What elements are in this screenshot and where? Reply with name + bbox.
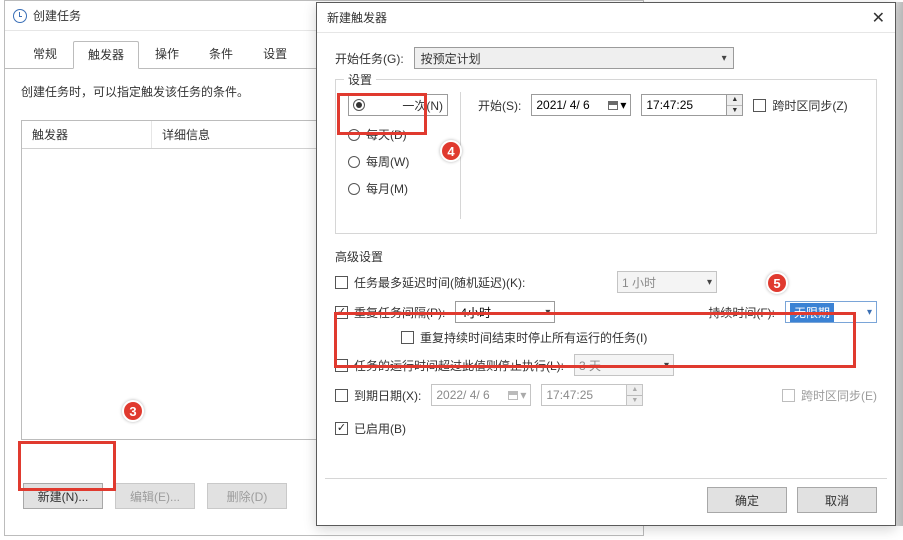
expire-time-input: 17:47:25 [541, 384, 627, 406]
tab-general[interactable]: 常规 [19, 41, 71, 68]
duration-select[interactable]: 无限期 ▾ [785, 301, 877, 323]
expire-time-value: 17:47:25 [546, 388, 593, 402]
spin-down-icon: ▼ [627, 396, 642, 406]
new-button[interactable]: 新建(N)... [23, 483, 103, 509]
stop-if-value: 3 天 [579, 357, 601, 374]
radio-monthly-label: 每月(M) [366, 180, 408, 197]
radio-weekly[interactable]: 每周(W) [348, 153, 448, 170]
delay-select: 1 小时 ▾ [617, 271, 717, 293]
tab-actions[interactable]: 操作 [141, 41, 193, 68]
chevron-down-icon: ▾ [545, 307, 550, 318]
tab-settings[interactable]: 设置 [249, 41, 301, 68]
divider [325, 478, 887, 479]
expire-tz-label: 跨时区同步(E) [801, 387, 877, 404]
radio-daily[interactable]: 每天(D) [348, 126, 448, 143]
settings-fieldset: 设置 一次(N) 每天(D) 每周(W) 每月(M) 开始(S): 2021/ … [335, 79, 877, 234]
cross-tz-checkbox[interactable]: 跨时区同步(Z) [753, 97, 847, 114]
repeat-value: 4小时 [460, 304, 491, 321]
stop-if-long-checkbox[interactable]: 任务的运行时间超过此值则停止执行(L): [335, 357, 564, 374]
front-titlebar: 新建触发器 ✕ [317, 3, 895, 33]
tab-triggers[interactable]: 触发器 [73, 41, 139, 69]
duration-value: 无限期 [790, 303, 834, 322]
expire-checkbox[interactable]: 到期日期(X): [335, 387, 421, 404]
calendar-icon [508, 391, 518, 400]
time-spinner[interactable]: ▲▼ [727, 94, 743, 116]
cross-tz-label: 跨时区同步(Z) [772, 97, 847, 114]
front-title: 新建触发器 [327, 9, 387, 26]
close-icon[interactable]: ✕ [849, 8, 885, 28]
tab-conditions[interactable]: 条件 [195, 41, 247, 68]
chevron-down-icon: ▾ [867, 307, 872, 318]
spin-up-icon: ▲ [627, 385, 642, 396]
clock-icon [13, 9, 27, 23]
begin-task-label: 开始任务(G): [335, 50, 404, 67]
col-trigger[interactable]: 触发器 [22, 121, 152, 148]
radio-once-label: 一次(N) [402, 97, 443, 114]
spin-down-icon[interactable]: ▼ [727, 106, 742, 116]
repeat-label: 重复任务间隔(P): [354, 304, 445, 321]
expire-date-input: 2022/ 4/ 6 ▾ [431, 384, 531, 406]
chevron-down-icon: ▾ [707, 277, 712, 288]
radio-daily-label: 每天(D) [366, 126, 407, 143]
delete-button: 删除(D) [207, 483, 287, 509]
stop-if-select: 3 天 ▾ [574, 354, 674, 376]
cancel-button[interactable]: 取消 [797, 487, 877, 513]
radio-weekly-label: 每周(W) [366, 153, 409, 170]
start-date-value: 2021/ 4/ 6 [536, 98, 589, 112]
divider [460, 92, 461, 219]
repeat-checkbox[interactable]: ✓重复任务间隔(P): [335, 304, 445, 321]
expire-date-value: 2022/ 4/ 6 [436, 388, 489, 402]
start-label: 开始(S): [478, 97, 521, 114]
settings-legend: 设置 [344, 71, 376, 88]
expire-label: 到期日期(X): [354, 387, 421, 404]
spin-up-icon[interactable]: ▲ [727, 95, 742, 106]
enabled-label: 已启用(B) [354, 420, 406, 437]
ok-button[interactable]: 确定 [707, 487, 787, 513]
repeat-interval-select[interactable]: 4小时 ▾ [455, 301, 555, 323]
begin-task-combo[interactable]: 按预定计划 ▾ [414, 47, 734, 69]
chevron-down-icon: ▾ [620, 98, 626, 112]
frequency-group: 一次(N) 每天(D) 每周(W) 每月(M) [348, 88, 448, 223]
new-trigger-window: 新建触发器 ✕ 开始任务(G): 按预定计划 ▾ 设置 一次(N) 每天(D) … [316, 2, 896, 526]
background-edge [895, 2, 903, 526]
stop-after-dur-label: 重复持续时间结束时停止所有运行的任务(I) [420, 329, 647, 346]
window-title: 创建任务 [33, 7, 81, 24]
start-time-value: 17:47:25 [646, 98, 693, 112]
radio-once[interactable]: 一次(N) [348, 94, 448, 116]
radio-monthly[interactable]: 每月(M) [348, 180, 448, 197]
expire-tz-checkbox: 跨时区同步(E) [782, 387, 877, 404]
front-body: 开始任务(G): 按预定计划 ▾ 设置 一次(N) 每天(D) 每周(W) 每月… [317, 33, 895, 525]
calendar-icon [608, 101, 618, 110]
delay-label: 任务最多延迟时间(随机延迟)(K): [354, 274, 525, 291]
advanced-title: 高级设置 [335, 248, 877, 265]
delay-checkbox[interactable]: 任务最多延迟时间(随机延迟)(K): [335, 274, 525, 291]
start-time-input[interactable]: 17:47:25 [641, 94, 727, 116]
enabled-checkbox[interactable]: ✓已启用(B) [335, 420, 406, 437]
stop-if-label: 任务的运行时间超过此值则停止执行(L): [354, 357, 564, 374]
expire-time-spinner: ▲▼ [627, 384, 643, 406]
chevron-down-icon: ▾ [520, 388, 526, 402]
button-row: 新建(N)... 编辑(E)... 删除(D) [23, 483, 287, 509]
duration-label: 持续时间(F): [708, 304, 775, 321]
edit-button: 编辑(E)... [115, 483, 195, 509]
chevron-down-icon: ▾ [664, 360, 669, 371]
stop-after-duration-checkbox[interactable]: 重复持续时间结束时停止所有运行的任务(I) [401, 329, 647, 346]
delay-value: 1 小时 [622, 274, 656, 291]
begin-task-value: 按预定计划 [421, 50, 481, 67]
start-date-input[interactable]: 2021/ 4/ 6 ▾ [531, 94, 631, 116]
chevron-down-icon: ▾ [722, 53, 727, 64]
